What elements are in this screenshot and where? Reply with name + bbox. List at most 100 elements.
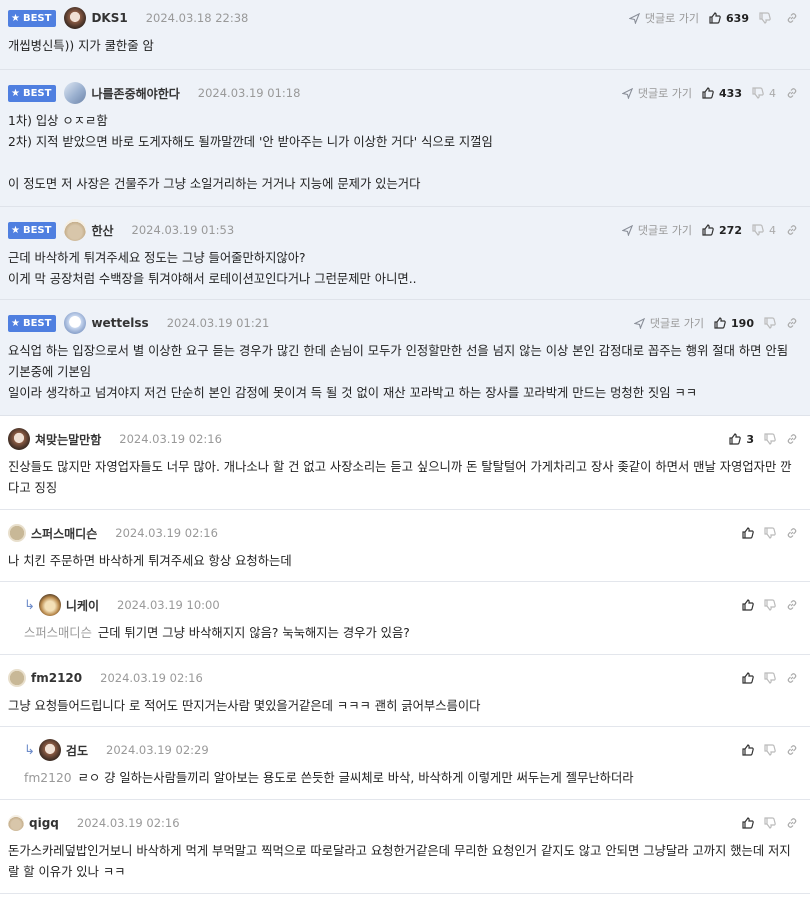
link-icon <box>787 434 797 444</box>
goto-reply-link[interactable]: 댓글로 가기 <box>633 315 704 331</box>
thumbs-up-icon <box>742 527 754 539</box>
upvote-button[interactable]: 3 <box>729 433 754 446</box>
avatar[interactable] <box>64 82 87 104</box>
link-icon <box>787 600 797 610</box>
link-button[interactable] <box>786 433 798 445</box>
comment-date: 2024.03.19 01:21 <box>166 316 270 330</box>
comment-date: 2024.03.19 02:16 <box>100 671 203 685</box>
avatar[interactable] <box>64 219 87 241</box>
comment-date: 2024.03.19 02:29 <box>106 743 209 757</box>
reply-comment: ↳ 니케이 2024.03.19 10:00 스퍼스매디슨 근데 튀기면 그냥 바… <box>0 582 810 655</box>
comment-body: 근데 바삭하게 튀겨주세요 정도는 그냥 들어줄만하지않아? 이게 막 공장처럼… <box>8 251 417 286</box>
thumbs-up-icon <box>742 817 754 829</box>
nickname[interactable]: 검도 <box>66 742 88 759</box>
link-icon <box>787 745 797 755</box>
send-icon <box>628 12 640 24</box>
thumbs-down-icon <box>759 12 771 24</box>
best-comment: ★ BEST 나를존중해야한다 2024.03.19 01:18 댓글로 가기 4… <box>0 70 810 207</box>
upvote-button[interactable]: 639 <box>709 12 749 25</box>
nickname[interactable]: 니케이 <box>66 597 99 614</box>
link-icon <box>787 818 797 828</box>
comment-date: 2024.03.19 01:18 <box>197 86 301 100</box>
downvote-button[interactable] <box>764 527 776 539</box>
upvote-button[interactable] <box>742 744 754 756</box>
upvote-button[interactable]: 190 <box>714 317 754 330</box>
goto-reply-link[interactable]: 댓글로 가기 <box>621 222 692 238</box>
comment-date: 2024.03.19 02:16 <box>76 816 180 830</box>
upvote-button[interactable] <box>742 599 754 611</box>
avatar[interactable] <box>8 524 26 542</box>
comment-body: 나 치킨 주문하면 바삭하게 튀겨주세요 항상 요청하는데 <box>8 554 292 568</box>
link-button[interactable] <box>786 817 798 829</box>
mention[interactable]: 스퍼스매디슨 <box>24 626 92 640</box>
best-comment: ★ BEST 한산 2024.03.19 01:53 댓글로 가기 272 4 근… <box>0 207 810 300</box>
link-button[interactable] <box>786 87 798 99</box>
thumbs-down-icon <box>752 87 764 99</box>
nickname[interactable]: DKS1 <box>91 11 127 25</box>
nickname[interactable]: 나를존중해야한다 <box>91 85 179 102</box>
comment-body: 1차) 입상 ㅇㅈㄹ함 2차) 지적 받았으면 바로 도게자해도 될까말깐데 '… <box>8 114 493 191</box>
link-icon <box>787 13 797 23</box>
star-icon: ★ <box>11 317 20 329</box>
upvote-button[interactable]: 272 <box>702 224 742 237</box>
nickname[interactable]: 한산 <box>91 222 113 239</box>
downvote-button[interactable] <box>764 433 776 445</box>
nickname[interactable]: 쳐맞는말만함 <box>35 431 101 448</box>
star-icon: ★ <box>11 12 20 24</box>
link-button[interactable] <box>786 527 798 539</box>
star-icon: ★ <box>11 224 20 236</box>
upvote-button[interactable] <box>742 672 754 684</box>
avatar[interactable] <box>38 594 61 616</box>
upvote-button[interactable] <box>742 817 754 829</box>
reply-arrow-icon: ↳ <box>24 597 35 613</box>
avatar[interactable] <box>8 669 26 687</box>
downvote-button[interactable] <box>759 12 776 24</box>
nickname[interactable]: qigq <box>29 816 59 830</box>
downvote-button[interactable] <box>764 599 776 611</box>
link-icon <box>787 225 797 235</box>
link-button[interactable] <box>786 672 798 684</box>
downvote-button[interactable]: 4 <box>752 224 776 237</box>
avatar[interactable] <box>38 739 61 761</box>
comment: qigq 2024.03.19 02:16 돈가스카레덮밥인거보니 바삭하게 먹… <box>0 800 810 894</box>
thumbs-up-icon <box>702 224 714 236</box>
upvote-button[interactable] <box>742 527 754 539</box>
link-button[interactable] <box>786 599 798 611</box>
avatar[interactable] <box>64 312 87 334</box>
upvote-button[interactable]: 433 <box>702 87 742 100</box>
downvote-button[interactable] <box>764 744 776 756</box>
reply-comment: ↳ 검도 2024.03.19 02:29 fm2120 ㄹㅇ 걍 일하는사람들끼… <box>0 727 810 800</box>
thumbs-down-icon <box>752 224 764 236</box>
link-icon <box>787 88 797 98</box>
downvote-button[interactable] <box>764 672 776 684</box>
link-button[interactable] <box>786 224 798 236</box>
goto-reply-link[interactable]: 댓글로 가기 <box>628 10 699 26</box>
send-icon <box>621 224 633 236</box>
link-button[interactable] <box>786 744 798 756</box>
comment-date: 2024.03.19 01:53 <box>131 223 235 237</box>
comment: fm2120 2024.03.19 02:16 그냥 요청들어드립니다 로 적어… <box>0 655 810 727</box>
comment-body: 개씹병신특)) 지가 쿨한줄 암 <box>8 39 154 53</box>
downvote-button[interactable] <box>764 317 776 329</box>
nickname[interactable]: 스퍼스매디슨 <box>31 525 97 542</box>
downvote-button[interactable]: 4 <box>752 87 776 100</box>
comment-date: 2024.03.19 02:16 <box>115 526 218 540</box>
thumbs-up-icon <box>709 12 721 24</box>
link-button[interactable] <box>786 317 798 329</box>
comment-date: 2024.03.19 10:00 <box>117 598 220 612</box>
thumbs-up-icon <box>742 599 754 611</box>
avatar[interactable] <box>8 815 24 831</box>
thumbs-up-icon <box>702 87 714 99</box>
best-comment: ★ BEST wettelss 2024.03.19 01:21 댓글로 가기 1… <box>0 300 810 416</box>
goto-reply-link[interactable]: 댓글로 가기 <box>621 85 692 101</box>
downvote-button[interactable] <box>764 817 776 829</box>
comment-list: ★ BEST DKS1 2024.03.18 22:38 댓글로 가기 639 개… <box>0 0 810 894</box>
mention[interactable]: fm2120 <box>24 771 72 785</box>
thumbs-up-icon <box>742 672 754 684</box>
link-button[interactable] <box>786 12 798 24</box>
send-icon <box>621 87 633 99</box>
nickname[interactable]: wettelss <box>91 316 148 330</box>
avatar[interactable] <box>64 7 87 29</box>
avatar[interactable] <box>8 428 30 450</box>
nickname[interactable]: fm2120 <box>31 671 82 685</box>
